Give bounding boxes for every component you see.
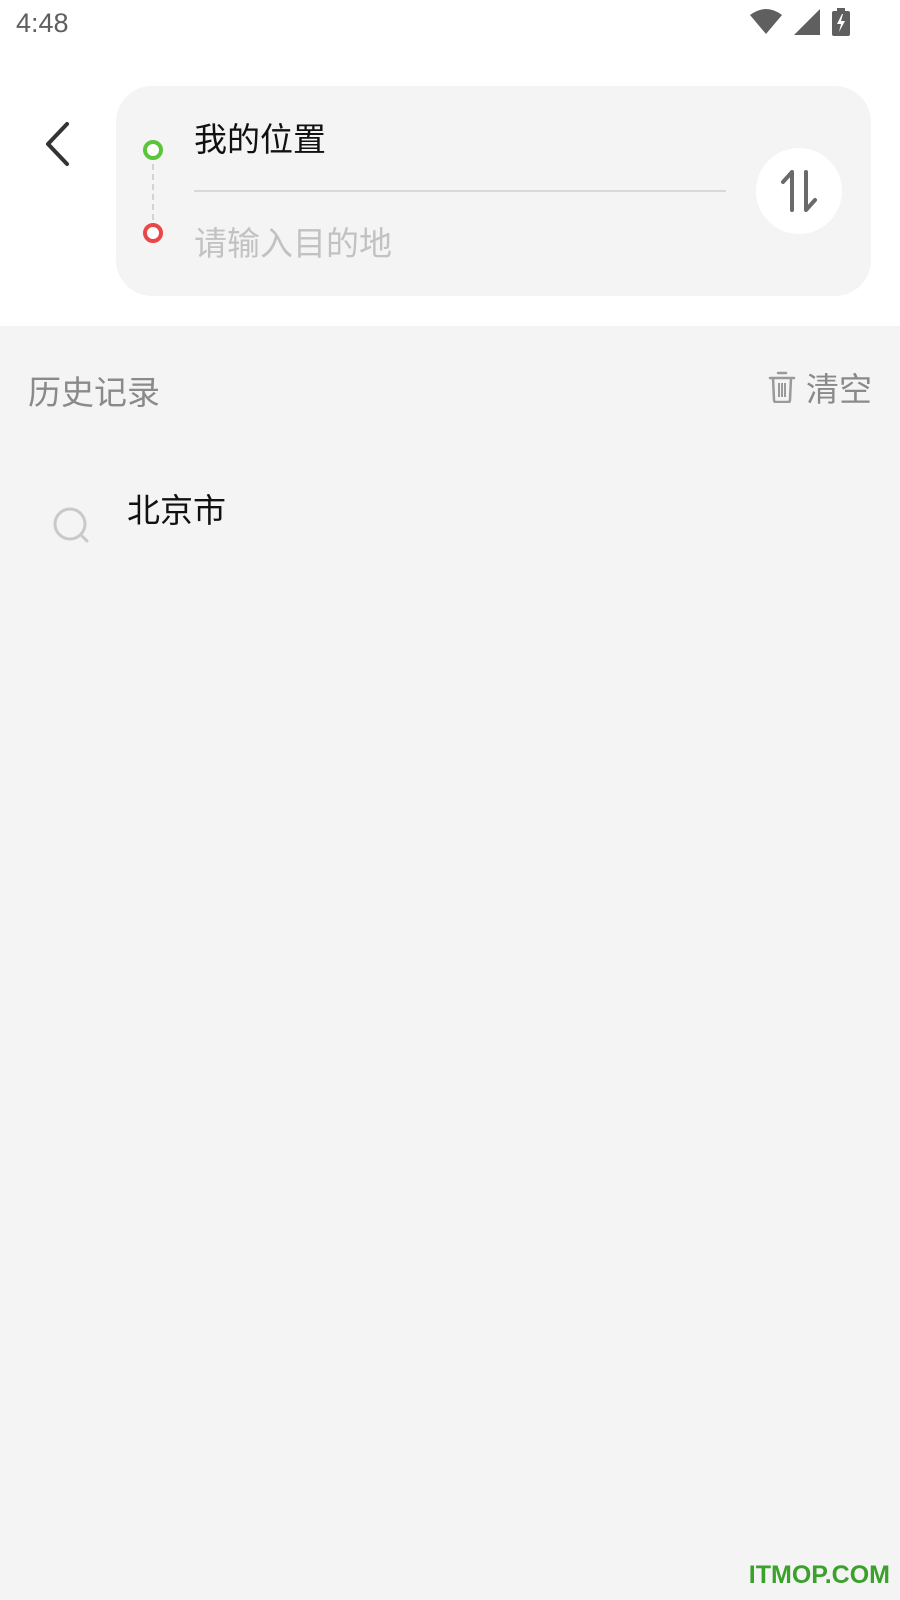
route-card — [116, 86, 871, 296]
origin-dot-icon — [143, 140, 163, 160]
cell-signal-icon — [794, 9, 820, 39]
status-time: 4:48 — [16, 8, 69, 38]
destination-dot-icon — [143, 223, 163, 243]
watermark-logo: ITMOP.COM — [748, 1561, 890, 1589]
chevron-left-icon — [46, 122, 69, 166]
origin-field[interactable] — [194, 112, 724, 168]
history-item-label: 北京市 — [127, 491, 226, 530]
status-bar: 4:48 — [0, 0, 900, 50]
history-header: 历史记录 清空 — [0, 326, 900, 446]
history-list: 北京市 — [0, 462, 900, 562]
route-connector — [152, 164, 154, 220]
field-divider — [194, 190, 726, 192]
back-button[interactable] — [28, 114, 88, 174]
battery-charging-icon — [832, 8, 850, 40]
trash-icon — [768, 371, 796, 403]
search-icon — [53, 507, 89, 543]
wifi-icon — [750, 9, 782, 39]
history-item[interactable]: 北京市 — [0, 462, 900, 562]
history-title: 历史记录 — [28, 373, 160, 412]
clear-history-label: 清空 — [806, 370, 872, 409]
destination-field[interactable] — [194, 216, 724, 272]
status-icons — [750, 8, 850, 40]
clear-history-button[interactable]: 清空 — [768, 364, 872, 410]
swap-arrows-icon — [781, 170, 817, 212]
swap-route-button[interactable] — [756, 148, 842, 234]
